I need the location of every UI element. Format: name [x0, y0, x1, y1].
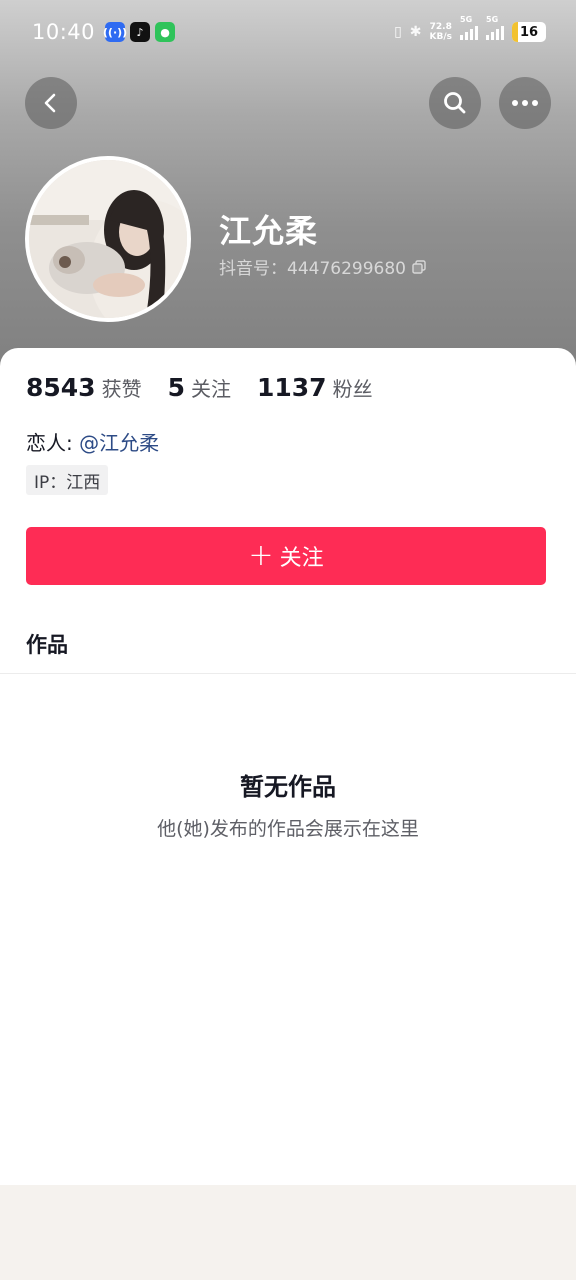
battery-icon: 16	[512, 22, 546, 42]
plus-icon: +	[248, 538, 274, 573]
status-indicators: ▯ ✱ 72.8 KB/s 5G 5G 16	[394, 15, 546, 42]
signal-2-icon: 5G	[486, 15, 504, 40]
avatar-photo	[29, 160, 187, 318]
tab-divider	[0, 673, 576, 674]
back-button[interactable]	[25, 77, 77, 129]
stat-following-value: 5	[167, 373, 185, 402]
stat-likes-label: 获赞	[101, 377, 142, 401]
stat-followers-label: 粉丝	[332, 377, 373, 401]
follow-button-label: 关注	[279, 546, 324, 571]
copy-icon[interactable]	[412, 259, 426, 274]
douyin-id-text: 抖音号：44476299680	[219, 259, 406, 279]
ip-location-tag: IP：江西	[26, 465, 109, 495]
status-time: 10:40	[32, 20, 96, 44]
more-button[interactable]	[499, 77, 551, 129]
bottom-bar-area	[0, 1185, 576, 1280]
stat-followers-value: 1137	[257, 373, 327, 402]
empty-state-title: 暂无作品	[240, 773, 336, 801]
signal-1-icon: 5G	[460, 15, 478, 40]
battery-level: 16	[519, 24, 539, 40]
relation-line: 恋人: @江允柔	[26, 427, 159, 456]
stat-following[interactable]: 5 关注	[168, 373, 231, 402]
empty-state-description: 他(她)发布的作品会展示在这里	[157, 818, 419, 840]
signal-1-label: 5G	[460, 15, 473, 24]
search-button[interactable]	[429, 77, 481, 129]
stat-likes-value: 8543	[26, 373, 96, 402]
signal-2-label: 5G	[486, 15, 499, 24]
stat-followers[interactable]: 1137 粉丝	[257, 373, 373, 402]
profile-name: 江允柔	[219, 212, 319, 250]
follow-button[interactable]: + 关注	[26, 527, 546, 585]
search-icon	[444, 92, 466, 114]
relation-label: 恋人:	[26, 431, 73, 455]
tab-works[interactable]: 作品	[26, 629, 68, 659]
douyin-app-icon: ♪	[130, 22, 151, 42]
stat-likes[interactable]: 8543 获赞	[26, 373, 142, 402]
status-notification-icons: ((·)) ♪ ●	[103, 22, 176, 42]
status-bar: 10:40 ((·)) ♪ ● ▯ ✱ 72.8 KB/s 5G 5G 16	[0, 0, 576, 64]
network-speed: 72.8 KB/s	[430, 22, 452, 42]
more-dots-icon	[512, 100, 538, 106]
avatar[interactable]	[25, 156, 191, 322]
hotspot-app-icon: ((·))	[103, 22, 127, 42]
profile-stats: 8543 获赞 5 关注 1137 粉丝	[26, 373, 399, 402]
stat-following-label: 关注	[191, 377, 231, 401]
wechat-app-icon: ●	[155, 22, 176, 42]
network-speed-unit: KB/s	[429, 32, 452, 42]
douyin-id[interactable]: 抖音号：44476299680	[219, 254, 426, 279]
network-speed-value: 72.8	[429, 22, 452, 32]
vibrate-icon: ▯	[394, 24, 402, 40]
bluetooth-icon: ✱	[409, 24, 422, 40]
relation-link[interactable]: @江允柔	[79, 431, 159, 455]
chevron-left-icon	[44, 93, 56, 113]
